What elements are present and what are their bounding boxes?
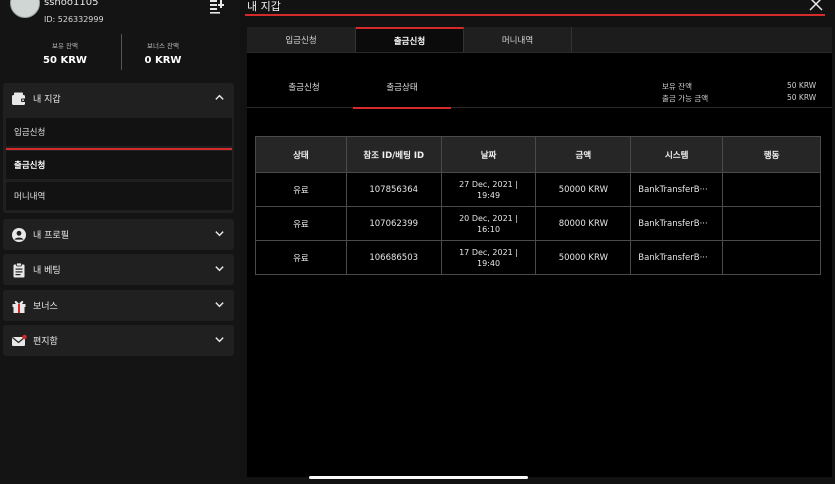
mail-icon <box>12 334 27 346</box>
column-header-action: 행동 <box>722 136 821 173</box>
avatar[interactable] <box>10 0 40 18</box>
cell-status: 유료 <box>255 240 347 275</box>
chevron-down-icon[interactable] <box>214 299 225 310</box>
sidebar-item-label: 보너스 <box>33 302 58 312</box>
cell-action <box>722 172 821 207</box>
cell-ref-id: 106686503 <box>345 240 442 275</box>
subtab-label: 출금상태 <box>386 83 418 93</box>
held-balance-label: 보유 잔액 <box>52 42 78 50</box>
held-balance-label: 보유 잔액 <box>662 82 692 91</box>
cell-date: 27 Dec, 2021 | 19:49 <box>440 172 537 207</box>
tab-bar: 입금신청 출금신청 머니내역 <box>247 27 832 53</box>
withdrawable-value: 50 KRW <box>787 93 817 102</box>
sidebar-item-mailbox[interactable]: 편지함 <box>3 325 234 356</box>
cell-amount: 80000 KRW <box>535 206 632 241</box>
sidebar-item-my-bets[interactable]: 내 베팅 <box>3 254 234 285</box>
bonus-balance: 보너스 잔액 0 KRW <box>108 40 218 66</box>
cell-status: 유료 <box>255 172 347 207</box>
chevron-down-icon[interactable] <box>214 263 225 274</box>
title-underline <box>245 14 825 16</box>
tab-deposit[interactable]: 입금신청 <box>247 27 356 52</box>
tab-withdraw[interactable]: 출금신청 <box>356 27 464 52</box>
chevron-up-icon[interactable] <box>214 92 225 103</box>
sidebar-item-bonus[interactable]: 보너스 <box>3 290 234 321</box>
active-indicator <box>6 148 232 150</box>
table-row: 유료 107062399 20 Dec, 2021 | 16:10 80000 … <box>255 206 821 241</box>
withdraw-status-table: 상태 참조 ID/베팅 ID 날짜 금액 시스템 행동 유료 107856364… <box>255 136 821 275</box>
date-text: 17 Dec, 2021 | <box>459 247 518 257</box>
sidebar-item-label: 내 프로필 <box>33 231 69 241</box>
held-balance: 보유 잔액 50 KRW <box>10 40 120 66</box>
tab-money-history[interactable]: 머니내역 <box>464 27 572 52</box>
tab-label: 출금신청 <box>393 36 426 47</box>
table-header-row: 상태 참조 ID/베팅 ID 날짜 금액 시스템 행동 <box>255 136 821 173</box>
time-text: 19:49 <box>477 190 501 200</box>
cell-date: 17 Dec, 2021 | 19:40 <box>440 240 537 275</box>
sidebar-item-profile[interactable]: 내 프로필 <box>3 219 234 250</box>
chevron-down-icon[interactable] <box>214 228 225 239</box>
menu-list-icon[interactable] <box>209 0 225 14</box>
time-text: 16:10 <box>477 224 501 234</box>
column-header-amount: 금액 <box>535 136 632 173</box>
wallet-content: 입금신청 출금신청 머니내역 출금신청 출금상태 보유 잔액 50 KRW 출금… <box>247 27 832 477</box>
bonus-balance-value: 0 KRW <box>144 55 182 66</box>
sidebar-subitem-deposit[interactable]: 입금신청 <box>6 118 232 146</box>
date-text: 20 Dec, 2021 | <box>459 213 518 223</box>
column-header-date: 날짜 <box>440 136 537 173</box>
tab-label: 입금신청 <box>285 35 317 46</box>
subtab-withdraw-status[interactable]: 출금상태 <box>353 81 451 109</box>
column-header-ref-id: 참조 ID/베팅 ID <box>345 136 442 173</box>
cell-system: BankTransferB··· <box>630 172 724 207</box>
sidebar-subitem-label: 입금신청 <box>14 128 46 138</box>
profile-section: sshoo1105 ID: 526332999 보유 잔액 50 KRW 보너스… <box>0 0 240 80</box>
cell-amount: 50000 KRW <box>535 172 632 207</box>
sidebar-item-label: 내 지갑 <box>33 95 61 105</box>
held-balance-value: 50 KRW <box>787 81 817 90</box>
cell-date: 20 Dec, 2021 | 16:10 <box>440 206 537 241</box>
cell-system: BankTransferB··· <box>630 240 724 275</box>
time-text: 19:40 <box>477 258 501 268</box>
sidebar-subitem-withdraw[interactable]: 출금신청 <box>6 151 232 179</box>
page-title: 내 지갑 <box>247 0 281 13</box>
sidebar-subitem-label: 출금신청 <box>14 161 46 171</box>
sidebar-subitem-money-history[interactable]: 머니내역 <box>6 182 232 210</box>
username: sshoo1105 <box>44 0 99 8</box>
cell-ref-id: 107856364 <box>345 172 442 207</box>
table-row: 유료 106686503 17 Dec, 2021 | 19:40 50000 … <box>255 240 821 275</box>
withdrawable-label: 출금 가능 금액 <box>662 94 709 103</box>
tab-label: 머니내역 <box>501 35 534 46</box>
wallet-icon <box>12 92 26 105</box>
wallet-modal: 내 지갑 입금신청 출금신청 머니내역 출금신청 출금상태 보유 잔액 50 K… <box>240 0 835 484</box>
cell-status: 유료 <box>255 206 347 241</box>
subtab-label: 출금신청 <box>288 83 320 93</box>
subtab-bar: 출금신청 출금상태 보유 잔액 50 KRW 출금 가능 금액 50 KRW <box>247 75 832 109</box>
table-row: 유료 107856364 27 Dec, 2021 | 19:49 50000 … <box>255 172 821 207</box>
cell-ref-id: 107062399 <box>345 206 442 241</box>
sidebar: sshoo1105 ID: 526332999 보유 잔액 50 KRW 보너스… <box>0 0 240 484</box>
cell-system: BankTransferB··· <box>630 206 724 241</box>
column-header-status: 상태 <box>255 136 347 173</box>
user-icon <box>12 227 26 242</box>
bonus-balance-label: 보너스 잔액 <box>147 42 179 50</box>
sidebar-item-label: 내 베팅 <box>33 266 61 276</box>
sidebar-item-wallet[interactable]: 내 지갑 <box>3 83 234 114</box>
close-icon[interactable] <box>808 0 824 12</box>
sidebar-subitem-label: 머니내역 <box>14 192 46 202</box>
user-id: ID: 526332999 <box>44 15 104 24</box>
date-text: 27 Dec, 2021 | <box>459 179 518 189</box>
cell-amount: 50000 KRW <box>535 240 632 275</box>
clipboard-icon <box>13 262 25 277</box>
column-header-system: 시스템 <box>630 136 724 173</box>
subtab-withdraw-request[interactable]: 출금신청 <box>255 81 353 105</box>
gift-icon <box>12 300 26 313</box>
sidebar-wallet-panel: 내 지갑 입금신청 출금신청 머니내역 <box>3 83 234 213</box>
sidebar-item-label: 편지함 <box>33 337 58 347</box>
cell-action <box>722 240 821 275</box>
home-indicator[interactable] <box>309 476 528 479</box>
held-balance-value: 50 KRW <box>43 55 87 66</box>
chevron-down-icon[interactable] <box>214 334 225 345</box>
cell-action <box>722 206 821 241</box>
